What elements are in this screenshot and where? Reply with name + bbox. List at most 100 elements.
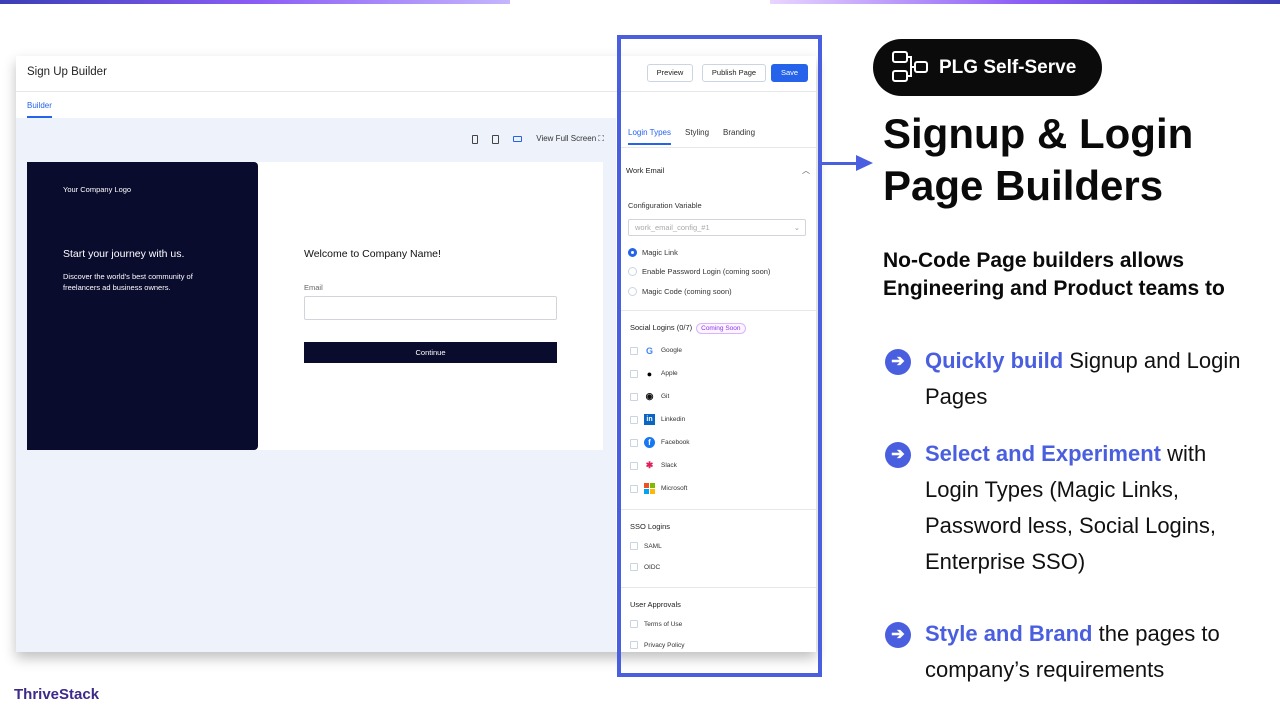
bullet-text: Select and Experiment with Login Types (…: [925, 436, 1265, 580]
preview-button[interactable]: Preview: [647, 64, 693, 82]
view-full-screen-link[interactable]: View Full Screen ⛶: [536, 134, 604, 144]
tab-builder[interactable]: Builder: [27, 101, 52, 118]
desktop-device-icon[interactable]: [513, 136, 523, 142]
user-approvals-title: User Approvals: [630, 600, 681, 609]
sso-label: OIDC: [644, 563, 661, 571]
apple-icon: ●: [646, 368, 653, 379]
chevron-up-icon[interactable]: ︿: [802, 165, 810, 176]
checkbox-google[interactable]: G Google: [630, 345, 682, 356]
checkbox-icon: [630, 346, 638, 355]
checkbox-icon: [630, 438, 638, 447]
sso-logins-title: SSO Logins: [630, 522, 671, 531]
builder-tabbar: Builder: [16, 92, 616, 118]
checkbox-saml[interactable]: SAML: [630, 542, 662, 550]
social-label: Apple: [661, 370, 678, 377]
tab-login-types[interactable]: Login Types: [628, 128, 671, 145]
approval-label: Privacy Policy: [644, 641, 685, 649]
radio-label: Magic Code (coming soon): [642, 287, 732, 296]
checkbox-facebook[interactable]: f Facebook: [630, 437, 690, 448]
top-accent-bar-right: [770, 0, 1280, 4]
tab-branding[interactable]: Branding: [723, 128, 755, 145]
config-variable-select[interactable]: work_email_config_#1 ⌄: [628, 219, 806, 236]
approval-label: Terms of Use: [644, 620, 683, 628]
bullet-select-experiment: ➔ Select and Experiment with Login Types…: [885, 436, 1265, 580]
social-label: Microsoft: [661, 485, 688, 492]
company-logo-placeholder: Your Company Logo: [63, 185, 132, 194]
brand-logo: ThriveStack: [14, 686, 100, 703]
device-toolbar: View Full Screen ⛶: [472, 134, 604, 144]
branding-pane: Your Company Logo Start your journey wit…: [27, 162, 258, 450]
radio-label: Enable Password Login (coming soon): [642, 267, 771, 276]
category-pill: PLG Self-Serve: [873, 39, 1102, 96]
journey-heading: Start your journey with us.: [63, 248, 185, 260]
arrow-circle-icon: ➔: [885, 349, 911, 375]
checkbox-icon: [630, 369, 638, 378]
bullet-style-brand: ➔ Style and Brand the pages to company’s…: [885, 616, 1265, 688]
bullet-highlight: Quickly build: [925, 348, 1064, 373]
radio-password-login[interactable]: Enable Password Login (coming soon): [628, 267, 770, 276]
radio-icon: [628, 267, 637, 276]
checkbox-icon: [630, 415, 638, 424]
continue-button[interactable]: Continue: [304, 342, 557, 363]
sso-label: SAML: [644, 542, 662, 550]
bullet-text: Style and Brand the pages to company’s r…: [925, 616, 1265, 688]
checkbox-oidc[interactable]: OIDC: [630, 563, 660, 571]
checkbox-git[interactable]: ◉ Git: [630, 391, 669, 402]
save-button[interactable]: Save: [771, 64, 808, 82]
social-label: Linkedin: [661, 416, 686, 423]
subheadline: No-Code Page builders allows Engineering…: [883, 249, 1225, 300]
social-logins-title: Social Logins (0/7) Coming Soon: [630, 323, 746, 334]
email-input[interactable]: [304, 296, 557, 320]
bullet-quickly-build: ➔ Quickly build Signup and Login Pages: [885, 343, 1265, 415]
tab-styling[interactable]: Styling: [685, 128, 709, 145]
arrow-circle-icon: ➔: [885, 442, 911, 468]
checkbox-linkedin[interactable]: in Linkedin: [630, 414, 685, 425]
mobile-device-icon[interactable]: [472, 134, 479, 144]
work-email-section-title[interactable]: Work Email: [626, 166, 664, 175]
expand-icon: ⛶: [598, 134, 604, 143]
social-label: Google: [661, 347, 682, 354]
social-label: Git: [661, 393, 670, 400]
section-divider: [620, 310, 816, 311]
preview-canvas: View Full Screen ⛶ Your Company Logo Sta…: [16, 118, 616, 652]
checkbox-icon: [630, 392, 638, 401]
github-icon: ◉: [645, 391, 654, 401]
settings-panel: Login Types Styling Branding Work Email …: [619, 118, 816, 652]
config-variable-value: work_email_config_#1: [635, 223, 710, 232]
arrow-circle-icon: ➔: [885, 622, 911, 648]
checkbox-icon: [630, 461, 638, 470]
chevron-down-icon: ⌄: [793, 223, 800, 232]
social-logins-label: Social Logins (0/7): [630, 323, 693, 332]
radio-magic-link[interactable]: Magic Link: [628, 248, 678, 257]
radio-icon: [628, 287, 637, 296]
tablet-device-icon[interactable]: [492, 134, 500, 144]
slack-icon: ✱: [645, 460, 654, 470]
app-title: Sign Up Builder: [27, 66, 107, 78]
checkbox-terms-of-use[interactable]: Terms of Use: [630, 620, 682, 628]
discover-text: Discover the world's best community of f…: [63, 272, 193, 292]
coming-soon-badge: Coming Soon: [696, 323, 746, 334]
checkbox-privacy-policy[interactable]: Privacy Policy: [630, 641, 684, 649]
radio-magic-code[interactable]: Magic Code (coming soon): [628, 287, 732, 296]
config-variable-label: Configuration Variable: [628, 201, 702, 210]
checkbox-icon: [630, 484, 638, 493]
signup-page-preview: Your Company Logo Start your journey wit…: [27, 162, 603, 450]
bullet-highlight: Style and Brand: [925, 621, 1093, 646]
checkbox-apple[interactable]: ● Apple: [630, 368, 678, 379]
welcome-heading: Welcome to Company Name!: [304, 248, 441, 260]
checkbox-microsoft[interactable]: Microsoft: [630, 483, 687, 494]
email-label: Email: [304, 283, 323, 292]
checkbox-icon: [630, 620, 638, 628]
checkbox-icon: [630, 542, 638, 550]
bullet-highlight: Select and Experiment: [925, 441, 1161, 466]
checkbox-slack[interactable]: ✱ Slack: [630, 460, 677, 471]
checkbox-icon: [630, 641, 638, 649]
microsoft-icon: [644, 483, 655, 494]
radio-selected-icon: [628, 248, 637, 257]
section-divider: [620, 509, 816, 510]
publish-page-button[interactable]: Publish Page: [702, 64, 766, 82]
linkedin-icon: in: [644, 414, 655, 425]
view-full-screen-label: View Full Screen: [536, 134, 597, 143]
social-label: Slack: [661, 462, 677, 469]
tabs-divider: [620, 147, 816, 148]
